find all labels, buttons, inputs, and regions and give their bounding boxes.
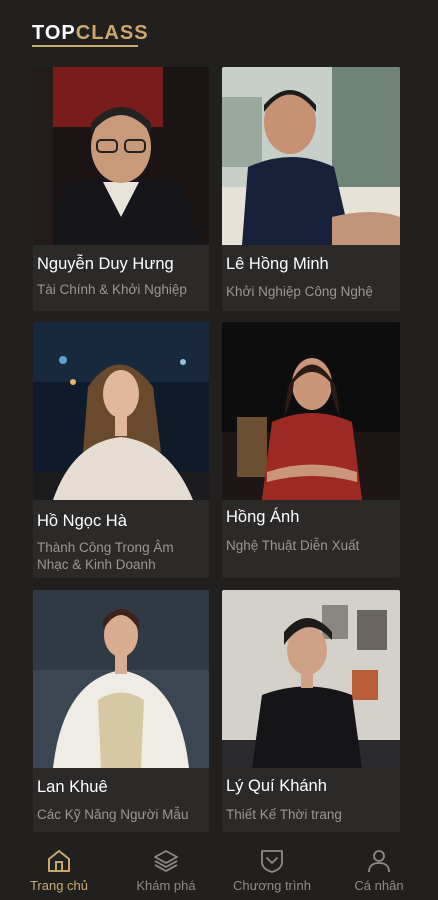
instructor-photo (222, 322, 400, 500)
instructor-topic: Thiết Kế Thời trang (226, 807, 342, 822)
logo-class-text: CLASS (75, 22, 149, 44)
home-icon (48, 850, 70, 872)
logo-top-text: TOP (32, 22, 76, 44)
instructor-name: Lê Hồng Minh (226, 255, 329, 273)
tab-programs[interactable]: Chương trình (222, 836, 322, 900)
bottom-tab-bar: Trang chủ Khám phá Chương trình Cá nhân (0, 836, 438, 900)
instructor-photo (33, 67, 209, 245)
instructor-name: Lý Quí Khánh (226, 777, 327, 795)
instructor-photo (33, 590, 209, 768)
instructor-card-lan-khue[interactable]: Lan Khuê Các Kỹ Năng Người Mẫu (33, 590, 209, 832)
tab-profile[interactable]: Cá nhân (329, 836, 429, 900)
instructor-topic: Khởi Nghiệp Công Nghệ (226, 284, 373, 299)
instructor-photo (222, 67, 400, 245)
tab-label: Cá nhân (354, 878, 404, 893)
app-logo: TOPCLASS (32, 22, 149, 45)
instructor-name: Nguyễn Duy Hưng (37, 255, 174, 273)
instructor-name: Hồng Ánh (226, 508, 300, 526)
tab-label: Chương trình (233, 878, 311, 893)
instructor-topic: Nghệ Thuật Diễn Xuất (226, 538, 360, 553)
instructor-name: Hồ Ngọc Hà (37, 512, 127, 530)
instructor-photo (222, 590, 400, 768)
instructor-topic: Tài Chính & Khởi Nghiệp (37, 282, 187, 297)
instructor-card-le-hong-minh[interactable]: Lê Hồng Minh Khởi Nghiệp Công Nghệ (222, 67, 400, 311)
shield-chevron-icon (261, 850, 283, 873)
instructor-card-ly-qui-khanh[interactable]: Lý Quí Khánh Thiết Kế Thời trang (222, 590, 400, 832)
instructor-card-hong-anh[interactable]: Hồng Ánh Nghệ Thuật Diễn Xuất (222, 322, 400, 578)
layers-icon (154, 850, 178, 872)
instructor-topic: Các Kỹ Năng Người Mẫu (37, 807, 189, 822)
tab-label: Khám phá (136, 878, 196, 893)
instructor-topic: Thành Công Trong Âm Nhạc & Kinh Doanh (37, 540, 174, 572)
instructor-card-ho-ngoc-ha[interactable]: Hồ Ngọc Hà Thành Công Trong Âm Nhạc & Ki… (33, 322, 209, 578)
logo-underline (32, 45, 138, 47)
instructor-card-nguyen-duy-hung[interactable]: Nguyễn Duy Hưng Tài Chính & Khởi Nghiệp (33, 67, 209, 311)
tab-explore[interactable]: Khám phá (116, 836, 216, 900)
instructor-name: Lan Khuê (37, 778, 108, 796)
tab-label: Trang chủ (29, 878, 89, 893)
instructor-photo (33, 322, 209, 500)
user-icon (368, 850, 390, 873)
tab-home[interactable]: Trang chủ (9, 836, 109, 900)
